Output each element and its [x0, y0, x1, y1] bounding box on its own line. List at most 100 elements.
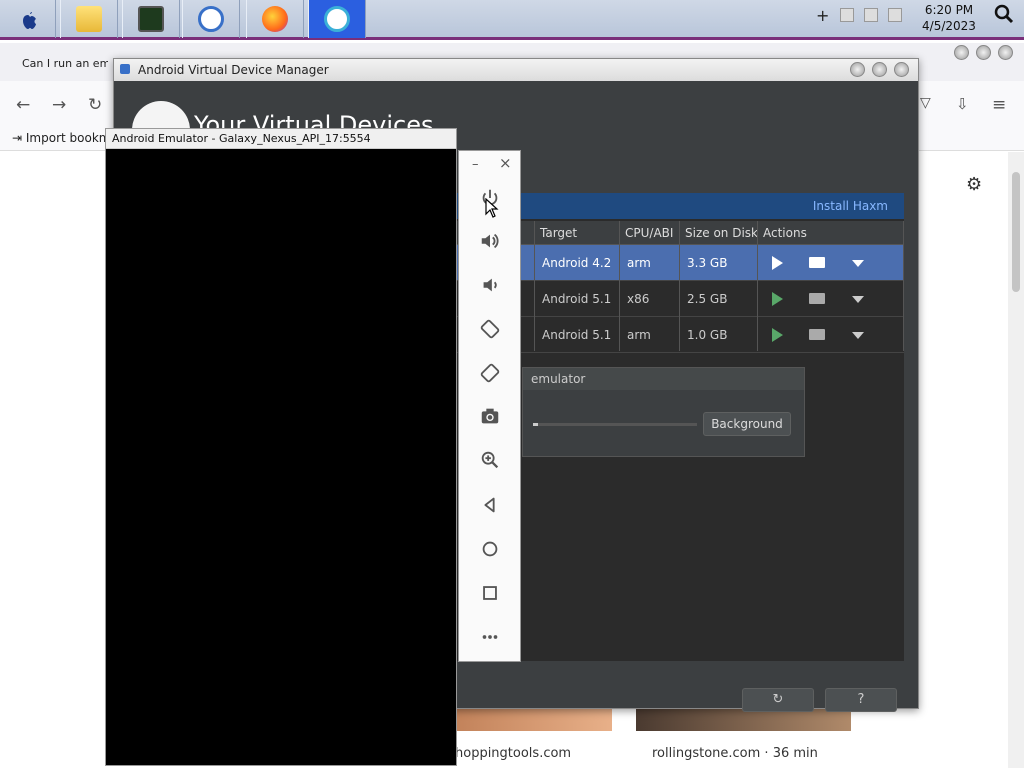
display-icon[interactable] [864, 8, 878, 22]
column-divider [757, 221, 758, 351]
taskbar-firefox[interactable] [246, 0, 304, 38]
column-header-actions[interactable]: Actions [763, 226, 807, 240]
row-target: Android 5.1 [542, 328, 612, 342]
open-folder-icon[interactable] [809, 257, 825, 268]
launch-play-icon[interactable] [772, 328, 783, 342]
more-button[interactable] [475, 622, 505, 652]
help-label: ? [857, 692, 865, 707]
android-studio-icon [198, 6, 224, 32]
column-divider [679, 221, 680, 351]
more-icon [482, 635, 498, 639]
tab-title: Can I run an em [22, 56, 108, 70]
avd-window-icon [120, 64, 130, 74]
add-icon[interactable]: + [816, 6, 829, 25]
scrollbar-thumb[interactable] [1012, 172, 1020, 292]
menu-icon[interactable]: ≡ [992, 95, 1006, 115]
emulator-window: Android Emulator - Galaxy_Nexus_API_17:5… [105, 128, 457, 766]
pocket-icon[interactable]: ▽ [920, 95, 931, 111]
volume-icon[interactable] [888, 8, 902, 22]
system-monitor-icon [138, 6, 164, 32]
row-size: 3.3 GB [687, 256, 728, 270]
browser-maximize-button[interactable] [976, 45, 991, 60]
column-divider [903, 221, 904, 351]
taskbar: + 6:20 PM 4/5/2023 [0, 0, 1024, 40]
search-icon[interactable] [994, 4, 1014, 24]
column-divider [534, 221, 535, 351]
row-cpu: arm [627, 256, 651, 270]
row-target: Android 4.2 [542, 256, 612, 270]
row-size: 2.5 GB [687, 292, 728, 306]
refresh-icon: ↻ [772, 692, 784, 707]
emulator-close-button[interactable]: × [499, 154, 512, 172]
help-button[interactable]: ? [825, 688, 897, 712]
dialog-title: emulator [523, 368, 804, 390]
emulator-app-icon [324, 6, 350, 32]
taskbar-android-studio[interactable] [182, 0, 240, 38]
avd-maximize-button[interactable] [872, 62, 887, 77]
zoom-button[interactable] [475, 445, 505, 475]
back-button[interactable] [475, 490, 505, 520]
taskbar-system-monitor[interactable] [122, 0, 180, 38]
row-target: Android 5.1 [542, 292, 612, 306]
reload-icon[interactable]: ↻ [88, 95, 102, 115]
import-icon: ⇥ [12, 131, 26, 145]
screenshot-icon [481, 408, 499, 424]
background-button[interactable]: Background [703, 412, 791, 436]
clock[interactable]: 6:20 PM 4/5/2023 [914, 2, 984, 34]
forward-arrow-icon[interactable]: → [52, 95, 66, 115]
avd-window-title: Android Virtual Device Manager [138, 63, 329, 77]
more-actions-chevron-down-icon[interactable] [852, 260, 864, 267]
volume-down-button[interactable] [475, 270, 505, 300]
open-folder-icon[interactable] [809, 329, 825, 340]
apple-menu-button[interactable] [0, 0, 56, 38]
apple-menu-icon [22, 12, 36, 29]
taskbar-file-manager[interactable] [60, 0, 118, 38]
settings-gear-icon[interactable]: ⚙ [966, 174, 982, 195]
clock-time: 6:20 PM [924, 3, 974, 17]
more-actions-chevron-down-icon[interactable] [852, 296, 864, 303]
avd-minimize-button[interactable] [850, 62, 865, 77]
emulator-window-title: Android Emulator - Galaxy_Nexus_API_17:5… [112, 132, 371, 145]
install-haxm-link[interactable]: Install Haxm [813, 199, 888, 213]
emulator-title-bar[interactable]: Android Emulator - Galaxy_Nexus_API_17:5… [106, 129, 456, 149]
browser-close-button[interactable] [998, 45, 1013, 60]
column-header-target[interactable]: Target [540, 226, 577, 240]
news-card-source[interactable]: rollingstone.com · 36 min [652, 746, 818, 761]
zoom-icon [481, 451, 499, 469]
launch-play-icon[interactable] [772, 292, 783, 306]
import-bookmarks-link[interactable]: ⇥ Import bookm [12, 131, 110, 145]
news-card-source[interactable]: hoppingtools.com [455, 746, 571, 761]
open-folder-icon[interactable] [809, 293, 825, 304]
launch-play-icon[interactable] [772, 256, 783, 270]
column-header-cpu[interactable]: CPU/ABI [625, 226, 673, 240]
page-scrollbar[interactable] [1008, 152, 1024, 768]
avd-close-button[interactable] [894, 62, 909, 77]
rotate-left-icon [480, 319, 500, 339]
column-divider [619, 221, 620, 351]
taskbar-emulator[interactable] [308, 0, 366, 38]
launch-progress-fill [533, 423, 538, 426]
download-icon[interactable]: ⇩ [956, 95, 969, 113]
overview-icon [483, 586, 497, 600]
browser-tab[interactable]: Can I run an em [4, 47, 108, 79]
browser-minimize-button[interactable] [954, 45, 969, 60]
column-header-size[interactable]: Size on Disk [685, 226, 758, 240]
screenshot-button[interactable] [475, 401, 505, 431]
emulator-toolbar: – × [458, 150, 521, 662]
volume-up-icon [481, 233, 499, 249]
more-actions-chevron-down-icon[interactable] [852, 332, 864, 339]
emulator-screen[interactable] [108, 149, 454, 765]
emulator-minimize-button[interactable]: – [472, 157, 479, 172]
rotate-right-button[interactable] [475, 358, 505, 388]
rotate-left-button[interactable] [475, 314, 505, 344]
row-cpu: arm [627, 328, 651, 342]
refresh-button[interactable]: ↻ [742, 688, 814, 712]
clock-date: 4/5/2023 [922, 19, 976, 33]
volume-up-button[interactable] [475, 226, 505, 256]
home-button[interactable] [475, 534, 505, 564]
overview-button[interactable] [475, 578, 505, 608]
avd-title-bar[interactable]: Android Virtual Device Manager [114, 59, 918, 81]
row-size: 1.0 GB [687, 328, 728, 342]
network-icon[interactable] [840, 8, 854, 22]
back-arrow-icon[interactable]: ← [16, 95, 30, 115]
